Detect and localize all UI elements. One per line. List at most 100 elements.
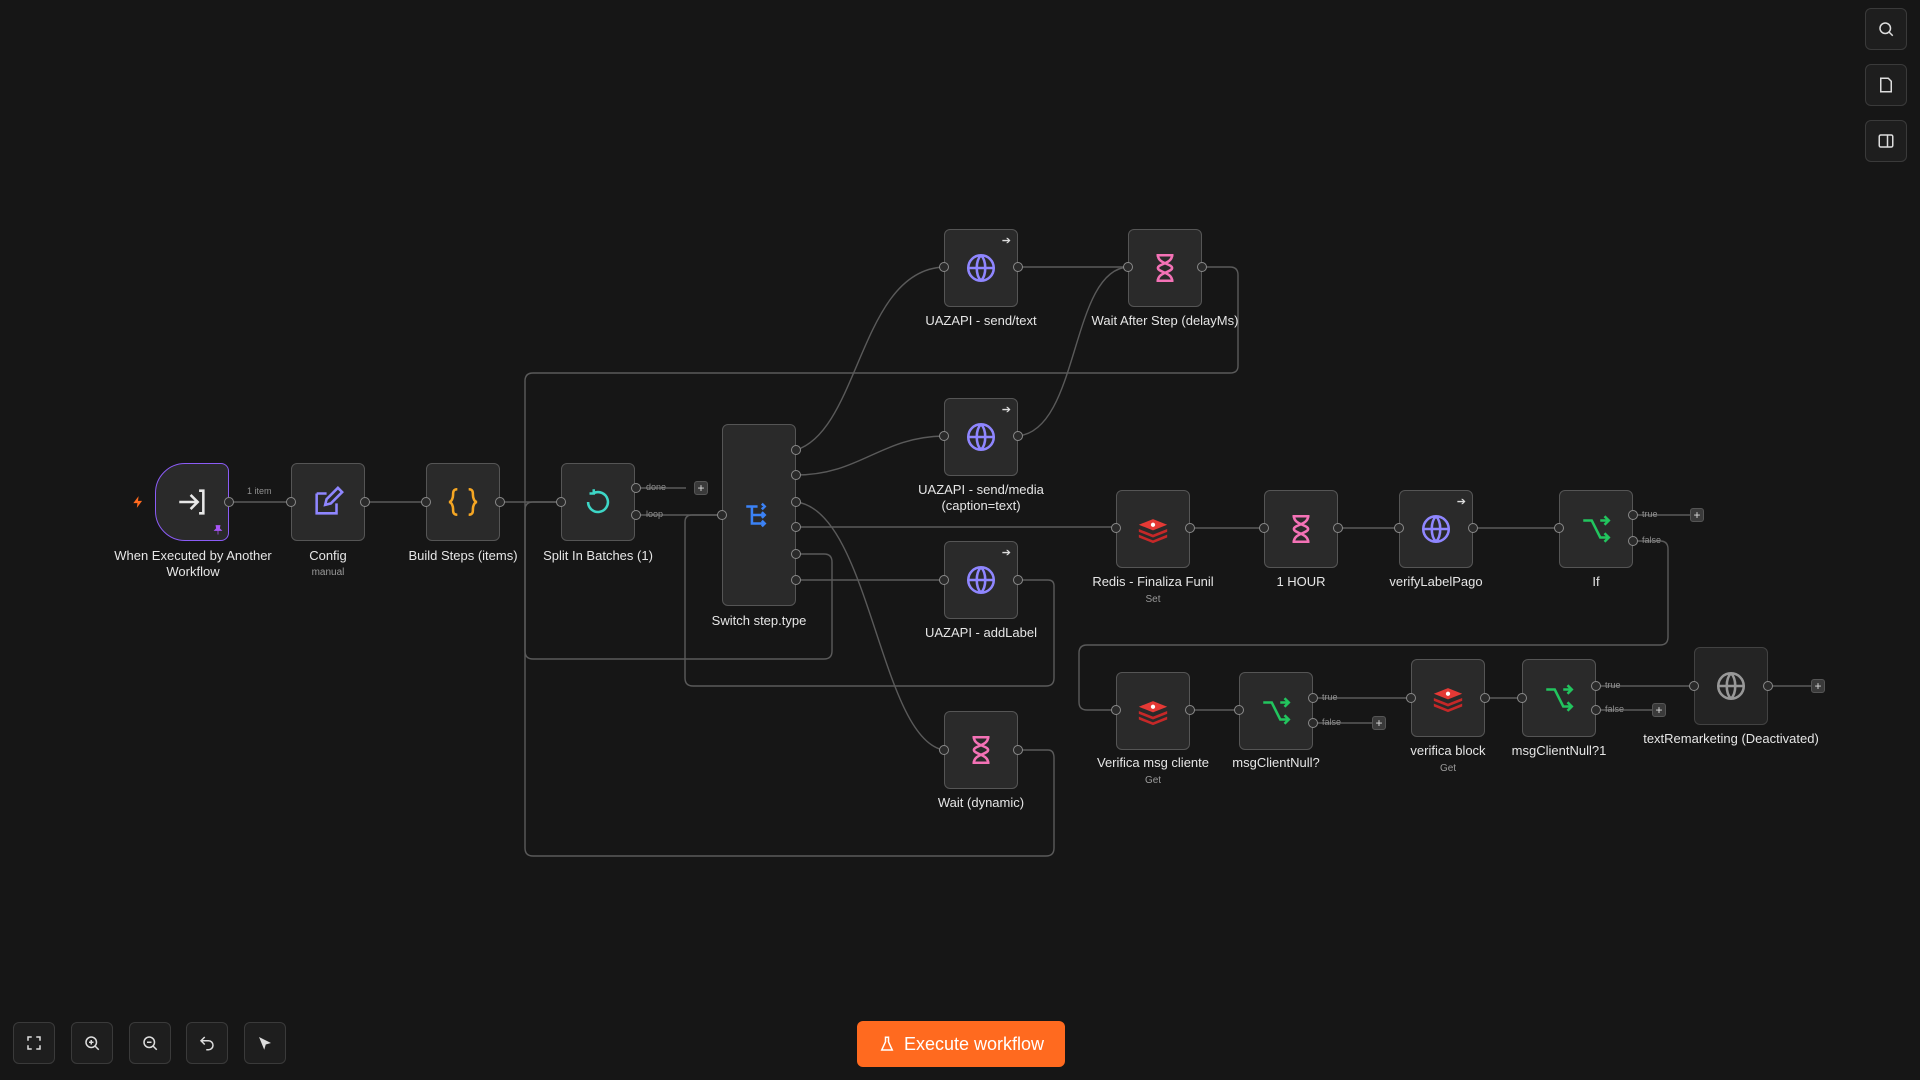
output-port[interactable] [495, 497, 505, 507]
output-port[interactable] [791, 445, 801, 455]
output-port[interactable] [1333, 523, 1343, 533]
sticky-note-button[interactable] [1865, 64, 1907, 106]
output-port[interactable] [1763, 681, 1773, 691]
msg-client-null-node[interactable] [1239, 672, 1313, 750]
wait-dynamic-node[interactable] [944, 711, 1018, 789]
redis-finaliza-sub: Set [1145, 594, 1161, 605]
add-label-node[interactable]: ➔ [944, 541, 1018, 619]
globe-icon [966, 253, 996, 283]
output-port[interactable] [791, 575, 801, 585]
verifica-msg-node[interactable] [1116, 672, 1190, 750]
build-steps-node[interactable] [426, 463, 500, 541]
input-port[interactable] [1111, 705, 1121, 715]
output-port[interactable] [1013, 745, 1023, 755]
output-port[interactable] [224, 497, 234, 507]
input-port[interactable] [717, 510, 727, 520]
output-port[interactable] [791, 522, 801, 532]
input-port[interactable] [939, 262, 949, 272]
output-port[interactable] [1185, 705, 1195, 715]
add-node-button[interactable]: + [1652, 703, 1666, 717]
sticky-note-icon [1880, 77, 1892, 93]
msg-client-null-1-node[interactable] [1522, 659, 1596, 737]
edge-label-done: done [646, 482, 667, 492]
sign-in-icon [179, 489, 205, 515]
fit-view-icon [27, 1036, 41, 1050]
output-port-true[interactable] [1628, 510, 1638, 520]
config-node[interactable] [291, 463, 365, 541]
search-button[interactable] [1865, 8, 1907, 50]
output-port-true[interactable] [1591, 681, 1601, 691]
hourglass-icon [1292, 514, 1310, 544]
verifica-block-node[interactable] [1411, 659, 1485, 737]
output-port[interactable] [791, 549, 801, 559]
input-port[interactable] [939, 575, 949, 585]
verifica-block-sub: Get [1439, 763, 1457, 774]
output-port[interactable] [1013, 262, 1023, 272]
config-sub: manual [311, 567, 345, 578]
verify-label-node[interactable]: ➔ [1399, 490, 1473, 568]
hourglass-icon [1156, 253, 1174, 283]
add-node-button[interactable]: + [1372, 716, 1386, 730]
send-media-node[interactable]: ➔ [944, 398, 1018, 476]
execute-workflow-button[interactable]: Execute workflow [857, 1021, 1065, 1067]
edge-label-false: false [1642, 535, 1662, 545]
switch-node[interactable] [722, 424, 796, 606]
loop-icon [586, 489, 610, 514]
fit-view-button[interactable] [13, 1022, 55, 1064]
input-port[interactable] [1111, 523, 1121, 533]
output-port[interactable] [1197, 262, 1207, 272]
workflow-canvas[interactable]: When Executed by Another Workflow 1 item… [0, 0, 1920, 1080]
redis-icon [1433, 688, 1463, 713]
text-remarketing-node[interactable] [1694, 647, 1768, 725]
output-port[interactable] [1468, 523, 1478, 533]
add-node-button[interactable]: + [1690, 508, 1704, 522]
if-node[interactable] [1559, 490, 1633, 568]
redis-icon [1138, 519, 1168, 544]
input-port[interactable] [1394, 523, 1404, 533]
input-port[interactable] [421, 497, 431, 507]
output-port[interactable] [791, 470, 801, 480]
output-port-loop[interactable] [631, 510, 641, 520]
zoom-out-button[interactable] [129, 1022, 171, 1064]
input-port[interactable] [556, 497, 566, 507]
if-label: If [1592, 574, 1600, 589]
tidy-up-button[interactable] [244, 1022, 286, 1064]
redis-finaliza-node[interactable] [1116, 490, 1190, 568]
add-node-button[interactable]: + [1811, 679, 1825, 693]
input-port[interactable] [286, 497, 296, 507]
undo-button[interactable] [186, 1022, 228, 1064]
output-port-false[interactable] [1628, 536, 1638, 546]
output-port[interactable] [1013, 431, 1023, 441]
input-port[interactable] [1234, 705, 1244, 715]
input-port[interactable] [1259, 523, 1269, 533]
output-port[interactable] [1480, 693, 1490, 703]
input-port[interactable] [1517, 693, 1527, 703]
input-port[interactable] [939, 431, 949, 441]
split-batches-node[interactable] [561, 463, 635, 541]
output-port[interactable] [360, 497, 370, 507]
connection [795, 266, 945, 451]
input-port[interactable] [1554, 523, 1564, 533]
globe-icon [1421, 514, 1451, 544]
panel-toggle-button[interactable] [1865, 120, 1907, 162]
output-port-false[interactable] [1308, 718, 1318, 728]
output-port-true[interactable] [1308, 693, 1318, 703]
redis-icon [1138, 701, 1168, 726]
trigger-node[interactable] [155, 463, 229, 541]
input-port[interactable] [939, 745, 949, 755]
send-text-node[interactable]: ➔ [944, 229, 1018, 307]
output-port-done[interactable] [631, 483, 641, 493]
zoom-in-button[interactable] [71, 1022, 113, 1064]
output-port-false[interactable] [1591, 705, 1601, 715]
input-port[interactable] [1123, 262, 1133, 272]
input-port[interactable] [1406, 693, 1416, 703]
input-port[interactable] [1689, 681, 1699, 691]
one-hour-node[interactable] [1264, 490, 1338, 568]
edge-label-true: true [1642, 509, 1658, 519]
output-port[interactable] [1185, 523, 1195, 533]
arrow-right-icon: ➔ [1001, 547, 1011, 559]
output-port[interactable] [791, 497, 801, 507]
wait-after-node[interactable] [1128, 229, 1202, 307]
output-port[interactable] [1013, 575, 1023, 585]
add-node-button[interactable]: + [694, 481, 708, 495]
